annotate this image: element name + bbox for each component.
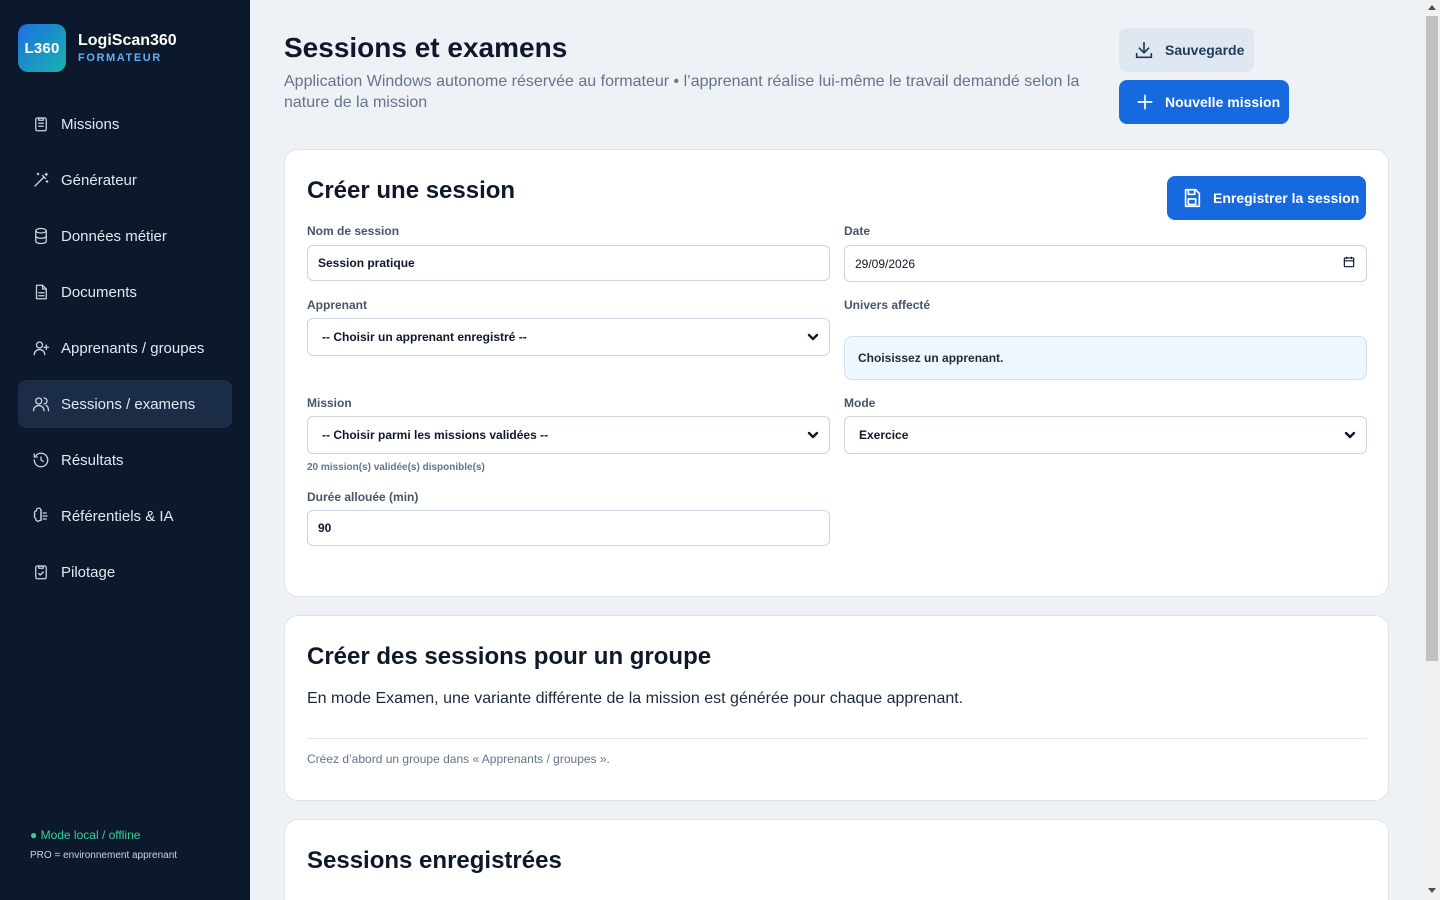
group-sessions-title: Créer des sessions pour un groupe (307, 643, 712, 670)
scroll-up-icon[interactable] (1428, 5, 1436, 10)
download-icon (1135, 41, 1153, 59)
brain-icon (32, 507, 50, 525)
saved-sessions-title: Sessions enregistrées (307, 847, 562, 874)
plus-icon (1137, 94, 1153, 110)
sidebar-item-resultats[interactable]: Résultats (18, 436, 232, 484)
page-title: Sessions et examens (284, 32, 568, 63)
sidebar-item-label: Sessions / examens (61, 395, 196, 413)
create-session-title: Créer une session (307, 177, 516, 204)
users-icon (32, 395, 50, 413)
saved-sessions-card: Sessions enregistrées (284, 819, 1389, 900)
backup-button-label: Sauvegarde (1165, 42, 1245, 58)
environment-note: PRO = environnement apprenant (30, 850, 178, 861)
document-icon (32, 283, 50, 301)
learner-select[interactable]: -- Choisir un apprenant enregistré -- (307, 318, 830, 356)
mission-label: Mission (307, 396, 352, 410)
sidebar-item-label: Missions (61, 115, 120, 133)
sidebar-item-label: Données métier (61, 227, 167, 245)
chevron-down-icon (807, 331, 819, 343)
sidebar-item-referentiels-ia[interactable]: Référentiels & IA (18, 492, 232, 540)
group-sessions-description: En mode Examen, une variante différente … (307, 690, 964, 707)
save-icon (1184, 188, 1201, 208)
session-name-value: Session pratique (318, 256, 415, 270)
sidebar: L360 LogiScan360 FORMATEUR Missions Géné… (0, 0, 250, 900)
sidebar-footer: ● Mode local / offline PRO = environneme… (30, 828, 177, 861)
user-plus-icon (32, 339, 50, 357)
sidebar-item-generateur[interactable]: Générateur (18, 156, 232, 204)
new-mission-button[interactable]: Nouvelle mission (1119, 80, 1289, 124)
save-session-button-label: Enregistrer la session (1213, 190, 1360, 206)
calendar-icon[interactable] (1342, 255, 1356, 272)
session-name-label: Nom de session (307, 224, 400, 238)
new-mission-button-label: Nouvelle mission (1165, 94, 1281, 110)
mission-select-value: -- Choisir parmi les missions validées -… (322, 428, 549, 442)
learner-label: Apprenant (307, 298, 367, 312)
chevron-down-icon (807, 429, 819, 441)
mission-select[interactable]: -- Choisir parmi les missions validées -… (307, 416, 830, 454)
database-icon (32, 227, 50, 245)
app-name: LogiScan360 (78, 32, 177, 49)
save-session-button[interactable]: Enregistrer la session (1167, 176, 1366, 220)
date-label: Date (844, 224, 871, 238)
page-scrollbar[interactable] (1424, 0, 1440, 900)
duration-input[interactable]: 90 (307, 510, 830, 546)
sidebar-item-sessions-examens[interactable]: Sessions / examens (18, 380, 232, 428)
sidebar-item-pilotage[interactable]: Pilotage (18, 548, 232, 596)
brand: L360 LogiScan360 FORMATEUR (18, 24, 177, 72)
page-subtitle: Application Windows autonome réservée au… (284, 73, 1080, 111)
mode-select[interactable]: Exercice (844, 416, 1367, 454)
sidebar-nav: Missions Générateur Données métier Docum… (18, 100, 232, 604)
create-session-card: Créer une session Enregistrer la session… (284, 149, 1389, 597)
backup-button[interactable]: Sauvegarde (1119, 28, 1254, 72)
sidebar-item-label: Apprenants / groupes (61, 339, 205, 357)
sidebar-item-apprenants-groupes[interactable]: Apprenants / groupes (18, 324, 232, 372)
learner-select-value: -- Choisir un apprenant enregistré -- (322, 330, 527, 344)
app-logo: L360 (18, 24, 66, 72)
mode-select-value: Exercice (859, 428, 909, 442)
scroll-thumb[interactable] (1426, 16, 1438, 661)
sidebar-item-missions[interactable]: Missions (18, 100, 232, 148)
sidebar-item-label: Générateur (61, 171, 137, 189)
duration-value: 90 (318, 521, 332, 535)
sidebar-item-donnees-metier[interactable]: Données métier (18, 212, 232, 260)
date-value: 29/09/2026 (855, 256, 916, 271)
sidebar-item-label: Pilotage (61, 563, 116, 581)
group-sessions-hint: Créez d’abord un groupe dans « Apprenant… (307, 752, 610, 766)
universe-info: Choisissez un apprenant. (844, 336, 1367, 380)
history-icon (32, 451, 50, 469)
session-name-input[interactable]: Session pratique (307, 245, 830, 281)
scroll-down-icon[interactable] (1428, 888, 1436, 893)
offline-status: ● Mode local / offline (30, 828, 141, 842)
sidebar-item-label: Référentiels & IA (61, 507, 174, 525)
chevron-down-icon (1344, 429, 1356, 441)
magic-wand-icon (32, 171, 50, 189)
mission-count-hint: 20 mission(s) validée(s) disponible(s) (307, 462, 485, 473)
clipboard-list-icon (32, 115, 50, 133)
mode-label: Mode (844, 396, 876, 410)
sidebar-item-label: Résultats (61, 451, 124, 469)
universe-label: Univers affecté (844, 298, 931, 312)
sidebar-item-label: Documents (61, 283, 137, 301)
sidebar-item-documents[interactable]: Documents (18, 268, 232, 316)
clipboard-check-icon (32, 563, 50, 581)
duration-label: Durée allouée (min) (307, 490, 419, 504)
divider (307, 738, 1366, 739)
date-input[interactable]: 29/09/2026 (844, 245, 1367, 282)
app-role: FORMATEUR (78, 52, 162, 64)
group-sessions-card: Créer des sessions pour un groupe En mod… (284, 615, 1389, 801)
